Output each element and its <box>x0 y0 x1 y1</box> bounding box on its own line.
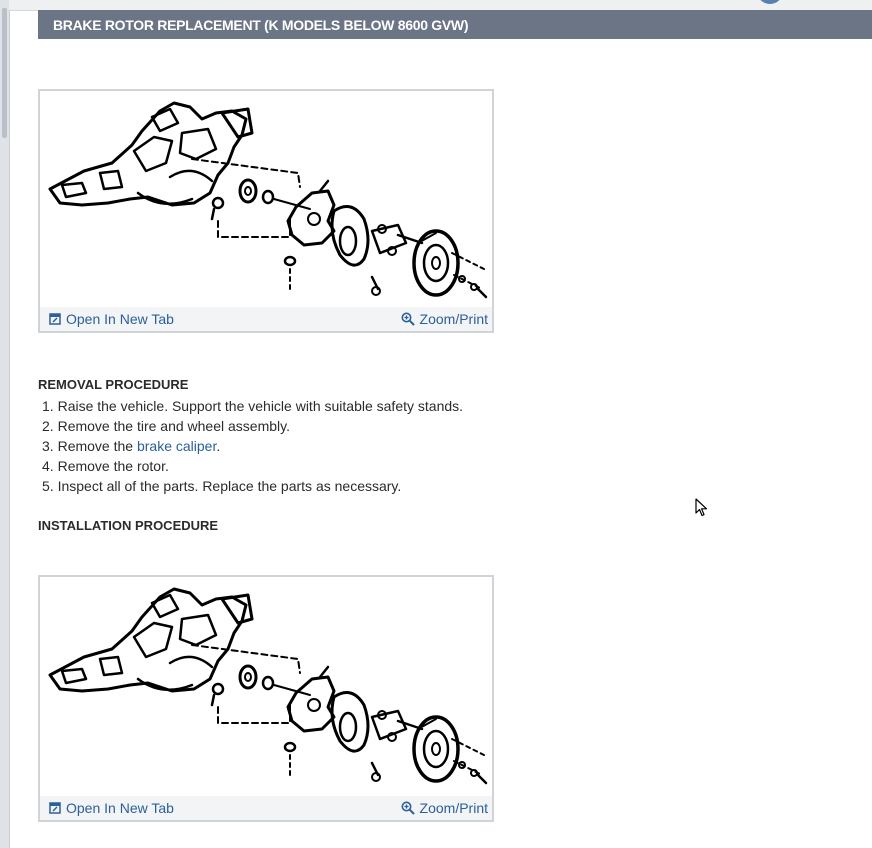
list-item: 5. Inspect all of the parts. Replace the… <box>42 478 402 494</box>
removal-heading: REMOVAL PROCEDURE <box>38 377 189 392</box>
figure-removal: Open In New Tab Zoom/Print <box>38 89 494 333</box>
open-in-new-tab-label: Open In New Tab <box>66 311 174 327</box>
list-item: 1. Raise the vehicle. Support the vehicl… <box>42 398 464 414</box>
open-in-new-tab-link[interactable]: Open In New Tab <box>49 800 174 816</box>
zoom-print-label: Zoom/Print <box>419 800 488 816</box>
open-new-tab-icon <box>49 802 61 814</box>
mouse-cursor-icon <box>695 498 708 517</box>
list-item: 2. Remove the tire and wheel assembly. <box>42 418 290 434</box>
zoom-in-icon <box>401 801 415 815</box>
removal-steps: 1. Raise the vehicle. Support the vehicl… <box>38 396 463 496</box>
procedure-header: BRAKE ROTOR REPLACEMENT (K MODELS BELOW … <box>38 10 872 39</box>
avatar[interactable] <box>757 0 783 4</box>
brake-caliper-link[interactable]: brake caliper <box>137 438 216 454</box>
open-in-new-tab-label: Open In New Tab <box>66 800 174 816</box>
zoom-print-link[interactable]: Zoom/Print <box>401 800 488 816</box>
list-item: 4. Remove the rotor. <box>42 458 169 474</box>
brake-assembly-diagram <box>48 587 488 785</box>
left-scrollbar-thumb[interactable] <box>2 8 7 138</box>
brake-assembly-diagram <box>48 101 488 299</box>
figure-toolbar: Open In New Tab Zoom/Print <box>40 307 492 331</box>
installation-heading: INSTALLATION PROCEDURE <box>38 518 219 533</box>
figure-installation: Open In New Tab Zoom/Print <box>38 575 494 822</box>
list-item: 3. Remove the brake caliper. <box>42 438 221 454</box>
figure-toolbar: Open In New Tab Zoom/Print <box>40 796 492 820</box>
left-scrollbar[interactable] <box>0 0 10 848</box>
page-title: BRAKE ROTOR REPLACEMENT (K MODELS BELOW … <box>53 17 469 33</box>
open-in-new-tab-link[interactable]: Open In New Tab <box>49 311 174 327</box>
open-new-tab-icon <box>49 313 61 325</box>
zoom-print-link[interactable]: Zoom/Print <box>401 311 488 327</box>
zoom-in-icon <box>401 312 415 326</box>
zoom-print-label: Zoom/Print <box>419 311 488 327</box>
